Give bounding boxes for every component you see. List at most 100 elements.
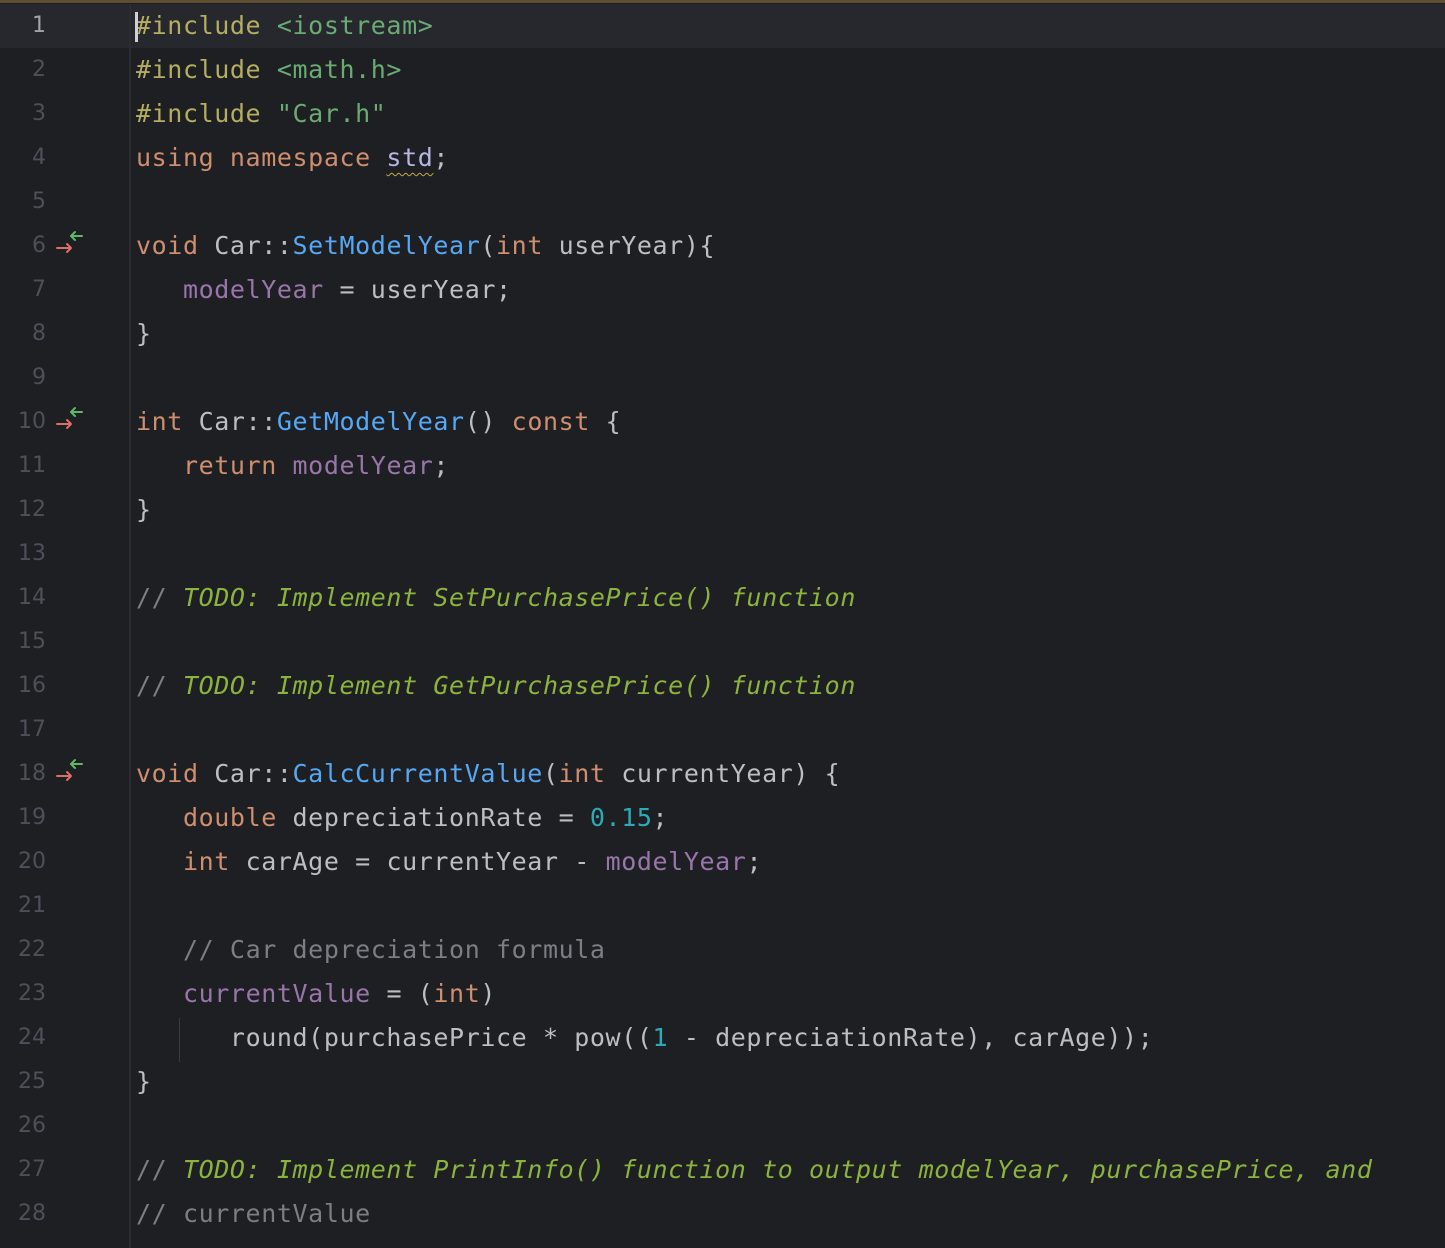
token-str: <math.h> — [276, 55, 403, 84]
code-text[interactable]: } — [136, 1060, 152, 1104]
line-number[interactable]: 15 — [0, 620, 46, 664]
line-number[interactable]: 3 — [0, 92, 46, 136]
line-number[interactable]: 8 — [0, 312, 46, 356]
line-number[interactable]: 26 — [0, 1104, 46, 1148]
line-number[interactable]: 14 — [0, 576, 46, 620]
line-number[interactable]: 4 — [0, 136, 46, 180]
line-number[interactable]: 2 — [0, 48, 46, 92]
code-line[interactable]: 10 int Car::GetModelYear() const { — [0, 400, 1445, 444]
code-line[interactable]: 3 #include "Car.h" — [0, 92, 1445, 136]
code-line[interactable]: 27 // TODO: Implement PrintInfo() functio… — [0, 1148, 1445, 1192]
token-field: modelYear — [182, 275, 324, 304]
line-number[interactable]: 12 — [0, 488, 46, 532]
token-pp: #include — [136, 99, 277, 128]
line-number[interactable]: 22 — [0, 928, 46, 972]
code-line[interactable]: 12} — [0, 488, 1445, 532]
code-line[interactable]: 22 // Car depreciation formula — [0, 928, 1445, 972]
token-todo: TODO: Implement SetPurchasePrice() funct… — [182, 583, 856, 612]
line-number[interactable]: 9 — [0, 356, 46, 400]
code-text[interactable]: } — [136, 488, 152, 532]
token-field: modelYear — [605, 847, 747, 876]
code-line[interactable]: 21 — [0, 884, 1445, 928]
code-line[interactable]: 19 double depreciationRate = 0.15; — [0, 796, 1445, 840]
code-text[interactable]: double depreciationRate = 0.15; — [136, 796, 668, 840]
code-text[interactable]: } — [136, 312, 152, 356]
code-line[interactable]: 6 void Car::SetModelYear(int userYear){ — [0, 224, 1445, 268]
text-caret — [135, 12, 138, 42]
navigate-declaration-icon[interactable] — [54, 406, 88, 436]
code-text[interactable]: void Car::CalcCurrentValue(int currentYe… — [136, 752, 840, 796]
code-text[interactable]: int carAge = currentYear - modelYear; — [136, 840, 762, 884]
token-plain: = userYear; — [323, 275, 512, 304]
code-text[interactable]: // TODO: Implement SetPurchasePrice() fu… — [136, 576, 856, 620]
code-text[interactable]: int Car::GetModelYear() const { — [136, 400, 621, 444]
code-text[interactable]: round(purchasePrice * pow((1 - depreciat… — [136, 1016, 1153, 1060]
code-line[interactable]: 11 return modelYear; — [0, 444, 1445, 488]
line-number[interactable]: 25 — [0, 1060, 46, 1104]
code-text[interactable]: void Car::SetModelYear(int userYear){ — [136, 224, 715, 268]
line-number[interactable]: 6 — [0, 224, 46, 268]
code-line[interactable]: 16 // TODO: Implement GetPurchasePrice() … — [0, 664, 1445, 708]
line-number[interactable]: 20 — [0, 840, 46, 884]
navigate-declaration-icon[interactable] — [54, 758, 88, 788]
token-num: 1 — [652, 1023, 669, 1052]
token-plain: ; — [746, 847, 763, 876]
line-number[interactable]: 10 — [0, 400, 46, 444]
token-cmt: // — [136, 671, 183, 700]
code-line[interactable]: 18 void Car::CalcCurrentValue(int current… — [0, 752, 1445, 796]
line-number[interactable]: 18 — [0, 752, 46, 796]
token-cmt: // Car depreciation formula — [182, 935, 606, 964]
code-line[interactable]: 26 — [0, 1104, 1445, 1148]
token-plain: } — [136, 1067, 152, 1096]
code-line[interactable]: 25} — [0, 1060, 1445, 1104]
code-text[interactable]: #include "Car.h" — [136, 92, 386, 136]
line-number[interactable]: 23 — [0, 972, 46, 1016]
code-text[interactable]: #include <iostream> — [136, 4, 433, 48]
code-text[interactable]: // currentValue — [136, 1192, 371, 1236]
token-kw: const — [511, 407, 606, 436]
token-cmt: // currentValue — [136, 1199, 371, 1228]
code-line[interactable]: 20 int carAge = currentYear - modelYear; — [0, 840, 1445, 884]
code-line[interactable]: 1 #include <iostream> — [0, 4, 1445, 48]
token-plain: () — [464, 407, 512, 436]
code-text[interactable]: currentValue = (int) — [136, 972, 496, 1016]
code-text[interactable]: // TODO: Implement GetPurchasePrice() fu… — [136, 664, 856, 708]
code-line[interactable]: 23 currentValue = (int) — [0, 972, 1445, 1016]
code-line[interactable]: 13 — [0, 532, 1445, 576]
line-number[interactable]: 11 — [0, 444, 46, 488]
line-number[interactable]: 16 — [0, 664, 46, 708]
code-line[interactable]: 15 — [0, 620, 1445, 664]
line-number[interactable]: 19 — [0, 796, 46, 840]
code-line[interactable]: 14 // TODO: Implement SetPurchasePrice() … — [0, 576, 1445, 620]
line-number[interactable]: 5 — [0, 180, 46, 224]
line-number[interactable]: 7 — [0, 268, 46, 312]
line-number[interactable]: 13 — [0, 532, 46, 576]
code-text[interactable]: using namespace std; — [136, 136, 449, 180]
code-line[interactable]: 7 modelYear = userYear; — [0, 268, 1445, 312]
line-number[interactable]: 17 — [0, 708, 46, 752]
code-line[interactable]: 8} — [0, 312, 1445, 356]
line-number[interactable]: 28 — [0, 1192, 46, 1236]
code-text[interactable]: return modelYear; — [136, 444, 449, 488]
code-line[interactable]: 2 #include <math.h> — [0, 48, 1445, 92]
code-text[interactable]: // Car depreciation formula — [136, 928, 606, 972]
code-text[interactable]: modelYear = userYear; — [136, 268, 512, 312]
code-text[interactable]: #include <math.h> — [136, 48, 402, 92]
code-line[interactable]: 9 — [0, 356, 1445, 400]
code-line[interactable]: 5 — [0, 180, 1445, 224]
token-str: <iostream> — [276, 11, 434, 40]
token-num: 0.15 — [589, 803, 653, 832]
code-editor[interactable]: 1 #include <iostream> 2 #include <math.h> 3 #… — [0, 4, 1445, 1248]
code-text[interactable]: // TODO: Implement PrintInfo() function … — [136, 1148, 1372, 1192]
line-number[interactable]: 21 — [0, 884, 46, 928]
line-number[interactable]: 27 — [0, 1148, 46, 1192]
code-line[interactable]: 28 // currentValue — [0, 1192, 1445, 1236]
line-number[interactable]: 1 — [0, 4, 46, 48]
token-ns: std — [386, 143, 434, 172]
code-line[interactable]: 4 using namespace std; — [0, 136, 1445, 180]
code-line[interactable]: 17 — [0, 708, 1445, 752]
code-line[interactable]: 24 round(purchasePrice * pow((1 - deprec… — [0, 1016, 1445, 1060]
token-todo: TODO: Implement GetPurchasePrice() funct… — [182, 671, 856, 700]
navigate-declaration-icon[interactable] — [54, 230, 88, 260]
line-number[interactable]: 24 — [0, 1016, 46, 1060]
